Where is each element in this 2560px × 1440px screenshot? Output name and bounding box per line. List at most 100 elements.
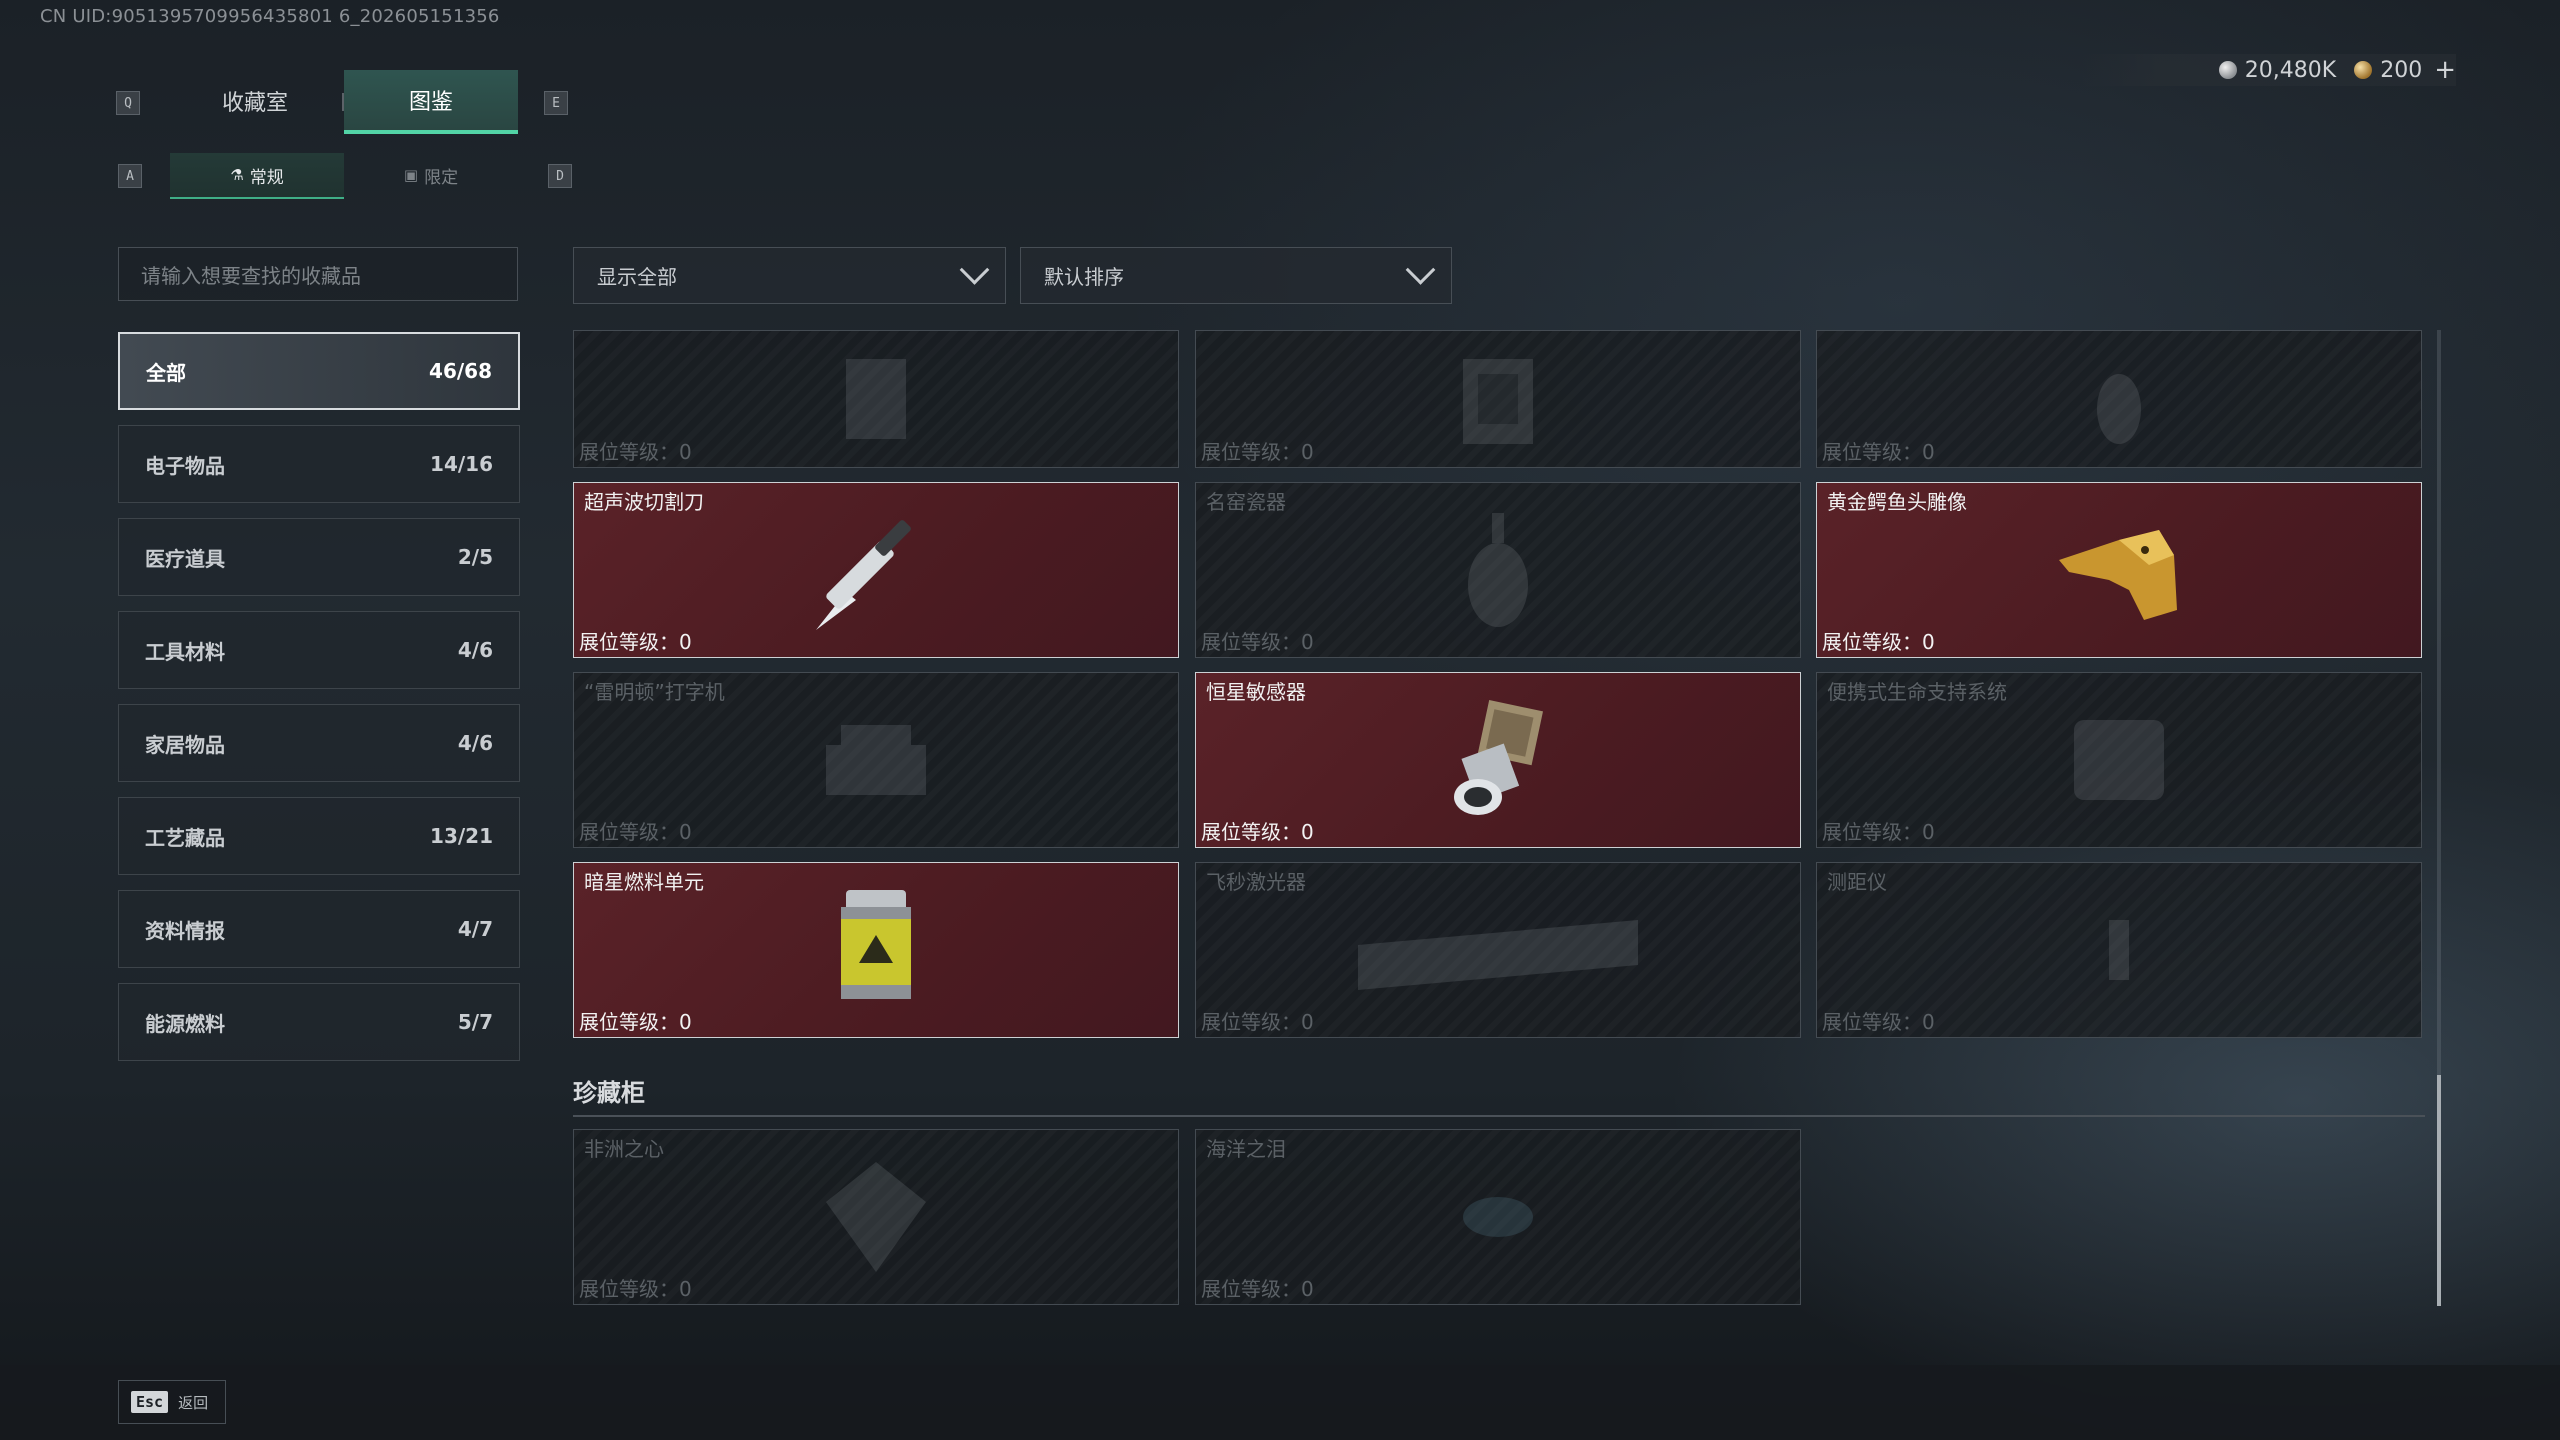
diamond-icon bbox=[826, 1162, 926, 1272]
search-input[interactable]: 请输入想要查找的收藏品 bbox=[118, 247, 518, 301]
category-label: 资料情报 bbox=[145, 918, 225, 943]
category-label: 工具材料 bbox=[145, 639, 225, 664]
category-household[interactable]: 家居物品 4/6 bbox=[118, 704, 520, 782]
sub-tabs: ⚗ 常规 ▣ 限定 bbox=[170, 153, 518, 199]
artifact-icon bbox=[846, 359, 906, 439]
tab-collection-room[interactable]: 收藏室 bbox=[168, 70, 342, 132]
category-electronics[interactable]: 电子物品 14/16 bbox=[118, 425, 520, 503]
back-button[interactable]: Esc 返回 bbox=[118, 1380, 226, 1424]
card-level: 展位等级：0 bbox=[579, 1010, 692, 1034]
flask-icon: ⚗ bbox=[230, 166, 244, 184]
add-currency-button[interactable]: + bbox=[2434, 55, 2456, 85]
gold-amount: 200 bbox=[2380, 57, 2423, 83]
category-intel[interactable]: 资料情报 4/7 bbox=[118, 890, 520, 968]
chevron-down-icon bbox=[1405, 254, 1436, 285]
category-count: 5/7 bbox=[457, 1010, 493, 1034]
card-level: 展位等级：0 bbox=[1822, 630, 1935, 654]
subtab-limited[interactable]: ▣ 限定 bbox=[344, 153, 518, 197]
star-sensor-icon bbox=[1454, 699, 1544, 815]
category-count: 2/5 bbox=[457, 545, 493, 569]
category-label: 电子物品 bbox=[145, 453, 225, 478]
silver-currency: 20,480K bbox=[2218, 57, 2337, 83]
sort-value: 默认排序 bbox=[1044, 265, 1124, 289]
collection-card[interactable]: 名窑瓷器 展位等级：0 bbox=[1195, 482, 1801, 658]
card-name: 暗星燃料单元 bbox=[584, 870, 704, 894]
player-uid: CN UID:9051395709956435801 6_20260515135… bbox=[40, 6, 500, 27]
gold-currency: 200 + bbox=[2354, 55, 2456, 85]
tab-codex[interactable]: 图鉴 bbox=[344, 70, 518, 134]
category-fuel[interactable]: 能源燃料 5/7 bbox=[118, 983, 520, 1061]
gem-icon bbox=[1463, 1197, 1533, 1237]
card-level: 展位等级：0 bbox=[579, 820, 692, 844]
card-name: 非洲之心 bbox=[584, 1137, 664, 1161]
category-all[interactable]: 全部 46/68 bbox=[118, 332, 520, 410]
card-name: 恒星敏感器 bbox=[1206, 680, 1306, 704]
card-level: 展位等级：0 bbox=[1201, 630, 1314, 654]
back-label: 返回 bbox=[178, 1393, 209, 1412]
key-hint-next-tab: E bbox=[544, 91, 568, 115]
subtab-regular[interactable]: ⚗ 常规 bbox=[170, 153, 344, 199]
category-list: 全部 46/68 电子物品 14/16 医疗道具 2/5 工具材料 4/6 家居物品 4/… bbox=[118, 332, 520, 1076]
porcelain-vase-icon bbox=[1468, 513, 1528, 627]
card-name: 超声波切割刀 bbox=[584, 490, 704, 514]
bottom-bar bbox=[0, 1365, 2560, 1440]
card-level: 展位等级：0 bbox=[579, 440, 692, 464]
card-name: 测距仪 bbox=[1827, 870, 1887, 894]
card-level: 展位等级：0 bbox=[1201, 1277, 1314, 1301]
category-label: 医疗道具 bbox=[145, 546, 225, 571]
subtab-regular-label: 常规 bbox=[249, 167, 284, 188]
card-level: 展位等级：0 bbox=[1822, 440, 1935, 464]
collection-card-owned[interactable]: 超声波切割刀 展位等级：0 bbox=[573, 482, 1179, 658]
category-count: 4/6 bbox=[457, 731, 493, 755]
filter-dropdown[interactable]: 显示全部 bbox=[573, 247, 1006, 304]
category-count: 46/68 bbox=[429, 359, 492, 383]
collection-card[interactable]: 测距仪 展位等级：0 bbox=[1816, 862, 2422, 1038]
sort-dropdown[interactable]: 默认排序 bbox=[1020, 247, 1452, 304]
filter-value: 显示全部 bbox=[597, 265, 677, 289]
chevron-down-icon bbox=[959, 254, 990, 285]
category-medical[interactable]: 医疗道具 2/5 bbox=[118, 518, 520, 596]
card-level: 展位等级：0 bbox=[1201, 1010, 1314, 1034]
key-hint-next-sub: D bbox=[548, 164, 572, 188]
card-level: 展位等级：0 bbox=[1201, 440, 1314, 464]
category-label: 工艺藏品 bbox=[145, 825, 225, 850]
treasure-cabinet-title: 珍藏柜 bbox=[573, 1079, 645, 1107]
collection-card[interactable]: 展位等级：0 bbox=[1195, 330, 1801, 468]
gold-coin-icon bbox=[2354, 61, 2373, 79]
category-label: 全部 bbox=[146, 360, 186, 385]
gold-crocodile-head-icon bbox=[2059, 530, 2177, 620]
card-name: “雷明顿”打字机 bbox=[584, 680, 725, 704]
collection-card-owned[interactable]: 暗星燃料单元 展位等级：0 bbox=[573, 862, 1179, 1038]
card-level: 展位等级：0 bbox=[1822, 1010, 1935, 1034]
typewriter-icon bbox=[826, 725, 926, 795]
category-label: 能源燃料 bbox=[145, 1011, 225, 1036]
category-count: 13/21 bbox=[430, 824, 493, 848]
card-level: 展位等级：0 bbox=[1822, 820, 1935, 844]
collection-card-owned[interactable]: 黄金鳄鱼头雕像 展位等级：0 bbox=[1816, 482, 2422, 658]
card-level: 展位等级：0 bbox=[1201, 820, 1314, 844]
card-name: 名窑瓷器 bbox=[1206, 490, 1286, 514]
scrollbar-thumb[interactable] bbox=[2437, 1075, 2441, 1306]
category-count: 4/7 bbox=[457, 917, 493, 941]
laser-icon bbox=[1358, 920, 1638, 990]
treasure-card[interactable]: 非洲之心 展位等级：0 bbox=[573, 1129, 1179, 1305]
treasure-card[interactable]: 海洋之泪 展位等级：0 bbox=[1195, 1129, 1801, 1305]
main-tabs: 收藏室 图鉴 bbox=[168, 70, 518, 134]
collection-card[interactable]: 展位等级：0 bbox=[1816, 330, 2422, 468]
category-count: 4/6 bbox=[457, 638, 493, 662]
collection-card[interactable]: 便携式生命支持系统 展位等级：0 bbox=[1816, 672, 2422, 848]
category-tools[interactable]: 工具材料 4/6 bbox=[118, 611, 520, 689]
key-hint-prev-sub: A bbox=[118, 164, 142, 188]
collection-card-owned[interactable]: 恒星敏感器 展位等级：0 bbox=[1195, 672, 1801, 848]
category-crafts[interactable]: 工艺藏品 13/21 bbox=[118, 797, 520, 875]
life-support-icon bbox=[2074, 720, 2164, 800]
subtab-limited-label: 限定 bbox=[424, 167, 459, 188]
card-level: 展位等级：0 bbox=[579, 630, 692, 654]
collection-card[interactable]: 飞秒激光器 展位等级：0 bbox=[1195, 862, 1801, 1038]
silver-amount: 20,480K bbox=[2244, 57, 2337, 83]
collection-card[interactable]: “雷明顿”打字机 展位等级：0 bbox=[573, 672, 1179, 848]
silver-coin-icon bbox=[2218, 61, 2237, 79]
card-name: 便携式生命支持系统 bbox=[1827, 680, 2007, 704]
key-hint-prev-tab: Q bbox=[116, 91, 140, 115]
collection-card[interactable]: 展位等级：0 bbox=[573, 330, 1179, 468]
